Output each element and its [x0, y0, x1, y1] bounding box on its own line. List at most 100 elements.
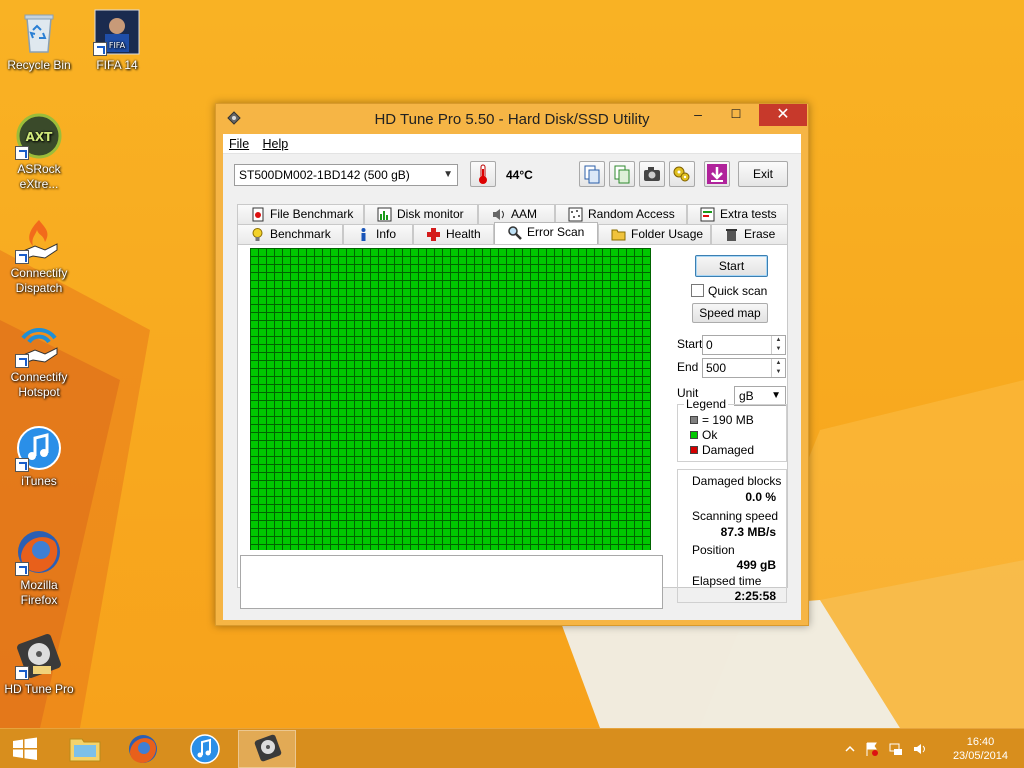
desktop-icon-recycle-bin[interactable]: Recycle Bin [1, 8, 77, 73]
checkbox-box[interactable] [691, 284, 704, 297]
tab-disk-monitor[interactable]: Disk monitor [364, 204, 478, 224]
taskbar-hdtune[interactable] [238, 730, 296, 768]
shortcut-arrow-icon [15, 250, 29, 264]
trash-icon [726, 229, 737, 241]
network-icon[interactable] [888, 741, 904, 757]
desktop-icon-connectify-dispatch[interactable]: Connectify Dispatch [1, 216, 77, 296]
end-input-value: 500 [706, 361, 727, 375]
tab-health[interactable]: Health [413, 224, 494, 244]
folder-icon [69, 738, 101, 762]
hdtune-icon [15, 632, 63, 680]
tab-folder-usage[interactable]: Folder Usage [598, 224, 711, 244]
recycle-bin-icon [15, 8, 63, 56]
tab-label: Disk monitor [397, 207, 464, 221]
copy-all-button[interactable] [609, 161, 635, 187]
legend-damaged: Damaged [690, 443, 754, 457]
desktop-icon-firefox[interactable]: Mozilla Firefox [1, 528, 77, 608]
unit-select[interactable]: gB ▼ [734, 386, 786, 406]
legend-ok-text: Ok [702, 428, 718, 442]
menu-file[interactable]: File [229, 134, 249, 154]
quick-scan-checkbox[interactable]: Quick scan [691, 284, 767, 298]
desktop-icon-connectify-hotspot[interactable]: Connectify Hotspot [1, 320, 77, 400]
maximize-button[interactable]: ☐ [722, 104, 750, 126]
desktop-icon-itunes[interactable]: iTunes [1, 424, 77, 489]
menu-bar: File Help [223, 134, 801, 154]
shortcut-arrow-icon [15, 458, 29, 472]
speaker-icon [493, 209, 504, 220]
shortcut-arrow-icon [15, 562, 29, 576]
thermometer-icon [479, 164, 487, 184]
tab-label: Health [446, 227, 481, 241]
tab-file-benchmark[interactable]: File Benchmark [237, 204, 364, 224]
asrock-extreme-icon: AXT [15, 112, 63, 160]
spinner-arrows-icon[interactable]: ▲ ▼ [771, 336, 785, 354]
hdtune-window: HD Tune Pro 5.50 - Hard Disk/SSD Utility… [215, 103, 809, 626]
tray-overflow-chevron-icon[interactable] [842, 741, 858, 757]
camera-icon [644, 167, 660, 181]
taskbar-itunes[interactable] [176, 730, 234, 768]
folder-icon [611, 229, 626, 241]
tab-label: Error Scan [527, 225, 585, 239]
health-cross-icon [427, 228, 440, 241]
close-button[interactable]: ✕ [759, 104, 807, 126]
desktop-icon-hdtune[interactable]: HD Tune Pro [1, 632, 77, 697]
taskbar-file-explorer[interactable] [56, 730, 114, 768]
quick-scan-label: Quick scan [708, 284, 768, 298]
exit-button[interactable]: Exit [738, 161, 788, 187]
end-input[interactable]: 500 ▲ ▼ [702, 358, 786, 378]
drive-select[interactable]: ST500DM002-1BD142 (500 gB) ▼ [234, 164, 458, 186]
scanning-speed-value: 87.3 MB/s [720, 525, 776, 539]
title-bar[interactable]: HD Tune Pro 5.50 - Hard Disk/SSD Utility… [216, 104, 808, 134]
tab-aam[interactable]: AAM [478, 204, 555, 224]
screenshot-button[interactable] [639, 161, 665, 187]
action-center-flag-icon[interactable] [864, 741, 880, 757]
desktop-icon-fifa14[interactable]: FIFA FIFA 14 [79, 8, 155, 73]
download-icon [707, 164, 727, 184]
copy-info-button[interactable] [579, 161, 605, 187]
taskbar-firefox[interactable] [114, 730, 172, 768]
minimize-button[interactable]: – [684, 104, 712, 126]
tab-label: Info [376, 227, 397, 241]
desktop-icon-label: HD Tune Pro [4, 682, 74, 696]
legend-swatch-block [690, 416, 698, 424]
tab-error-scan[interactable]: Error Scan [494, 222, 598, 244]
menu-help[interactable]: Help [263, 134, 289, 154]
magnifier-icon [508, 226, 522, 240]
speed-map-button[interactable]: Speed map [692, 303, 768, 323]
tab-label: Erase [744, 227, 776, 241]
drive-select-value: ST500DM002-1BD142 (500 gB) [239, 168, 410, 182]
save-button[interactable] [704, 161, 730, 187]
tab-benchmark[interactable]: Benchmark [237, 224, 343, 244]
block-map [250, 248, 651, 550]
copy-all-icon [614, 165, 630, 184]
start-button[interactable] [0, 730, 50, 768]
tab-info[interactable]: Info [343, 224, 413, 244]
options-button[interactable] [669, 161, 695, 187]
spinner-arrows-icon[interactable]: ▲ ▼ [771, 359, 785, 377]
start-input-value: 0 [706, 338, 713, 352]
legend-ok: Ok [690, 428, 717, 442]
start-scan-button[interactable]: Start [695, 255, 768, 277]
desktop-icon-asrock[interactable]: AXT ASRock eXtre... [1, 112, 77, 192]
clock-date: 23/05/2014 [952, 750, 1008, 762]
scanning-speed-label: Scanning speed [692, 509, 779, 523]
legend-swatch-ok [690, 431, 698, 439]
clock[interactable]: 16:40 23/05/2014 [953, 735, 1008, 763]
tab-label: Benchmark [270, 227, 331, 241]
temperature-button[interactable] [470, 161, 496, 187]
svg-text:AXT: AXT [26, 130, 54, 144]
elapsed-time-value: 2:25:58 [734, 589, 776, 603]
tab-extra-tests[interactable]: Extra tests [687, 204, 788, 224]
legend-block-size-text: = 190 MB [702, 413, 754, 427]
tab-random-access[interactable]: Random Access [555, 204, 687, 224]
volume-icon[interactable] [912, 741, 928, 757]
start-input[interactable]: 0 ▲ ▼ [702, 335, 786, 355]
lightbulb-icon [252, 228, 263, 241]
position-value: 499 gB [736, 558, 776, 572]
legend-swatch-damaged [690, 446, 698, 454]
tab-erase[interactable]: Erase [711, 224, 788, 244]
shortcut-arrow-icon [15, 146, 29, 160]
start-label: Start [677, 337, 703, 351]
firefox-icon [15, 528, 63, 576]
scan-log[interactable] [240, 555, 663, 609]
